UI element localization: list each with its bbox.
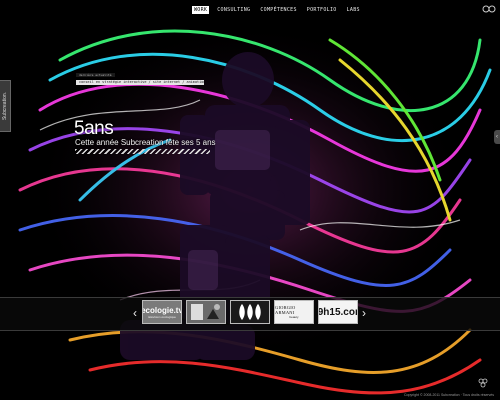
corner-logo-icon[interactable] [482,4,496,14]
carousel-next-button[interactable]: › [359,304,369,322]
thumb-armani-title: GIORGIO ARMANI [275,305,296,315]
thumb-photo[interactable] [186,300,226,324]
nav-item-portfolio[interactable]: portfolio [305,6,339,14]
side-tab-label: Subcreation. [2,91,9,121]
leaves-logo-icon [239,304,261,320]
headline-subtitle: Cette année Subcreation fête ses 5 ans [75,138,216,147]
thumb-armani-subtitle: beauty [289,315,299,319]
nav-item-competences[interactable]: compétences [258,6,298,14]
thumb-0915-title: 09h15.com [318,306,357,318]
top-navigation: work consulting compétences portfolio la… [192,6,362,14]
carousel-prev-button[interactable]: ‹ [130,304,140,322]
footer-copyright: Copyright © 2008-2011 Subcreation · Tous… [404,393,494,397]
thumb-armani[interactable]: GIORGIO ARMANI beauty [274,300,314,324]
carousel-thumbnails: ecologie.tv télévision écologique GIORGI… [142,300,358,324]
decorative-stripes [75,149,210,154]
headline-title: 5ans [74,118,114,139]
nav-item-work[interactable]: work [192,6,210,14]
thumb-leaves[interactable] [230,300,270,324]
bottom-logo-icon[interactable] [478,378,488,388]
thumb-ecologie-subtitle: télévision écologique [148,314,176,319]
news-label: dernière actualité [76,73,115,77]
photo-thumbnail-image [187,301,225,323]
thumb-ecologie-title: ecologie.tv [142,305,182,315]
side-brand-tab[interactable]: Subcreation. [0,80,11,132]
tagline-bar: conseil en stratégie interactive / site … [76,80,204,85]
nav-item-consulting[interactable]: consulting [215,6,252,14]
thumb-0915[interactable]: 09h15.com [318,300,358,324]
right-edge-arrow-icon[interactable]: ‹ [494,130,500,144]
thumb-ecologie[interactable]: ecologie.tv télévision écologique [142,300,182,324]
light-painting-image [0,0,500,400]
nav-item-labs[interactable]: labs [345,6,362,14]
background-light-art [0,0,500,400]
